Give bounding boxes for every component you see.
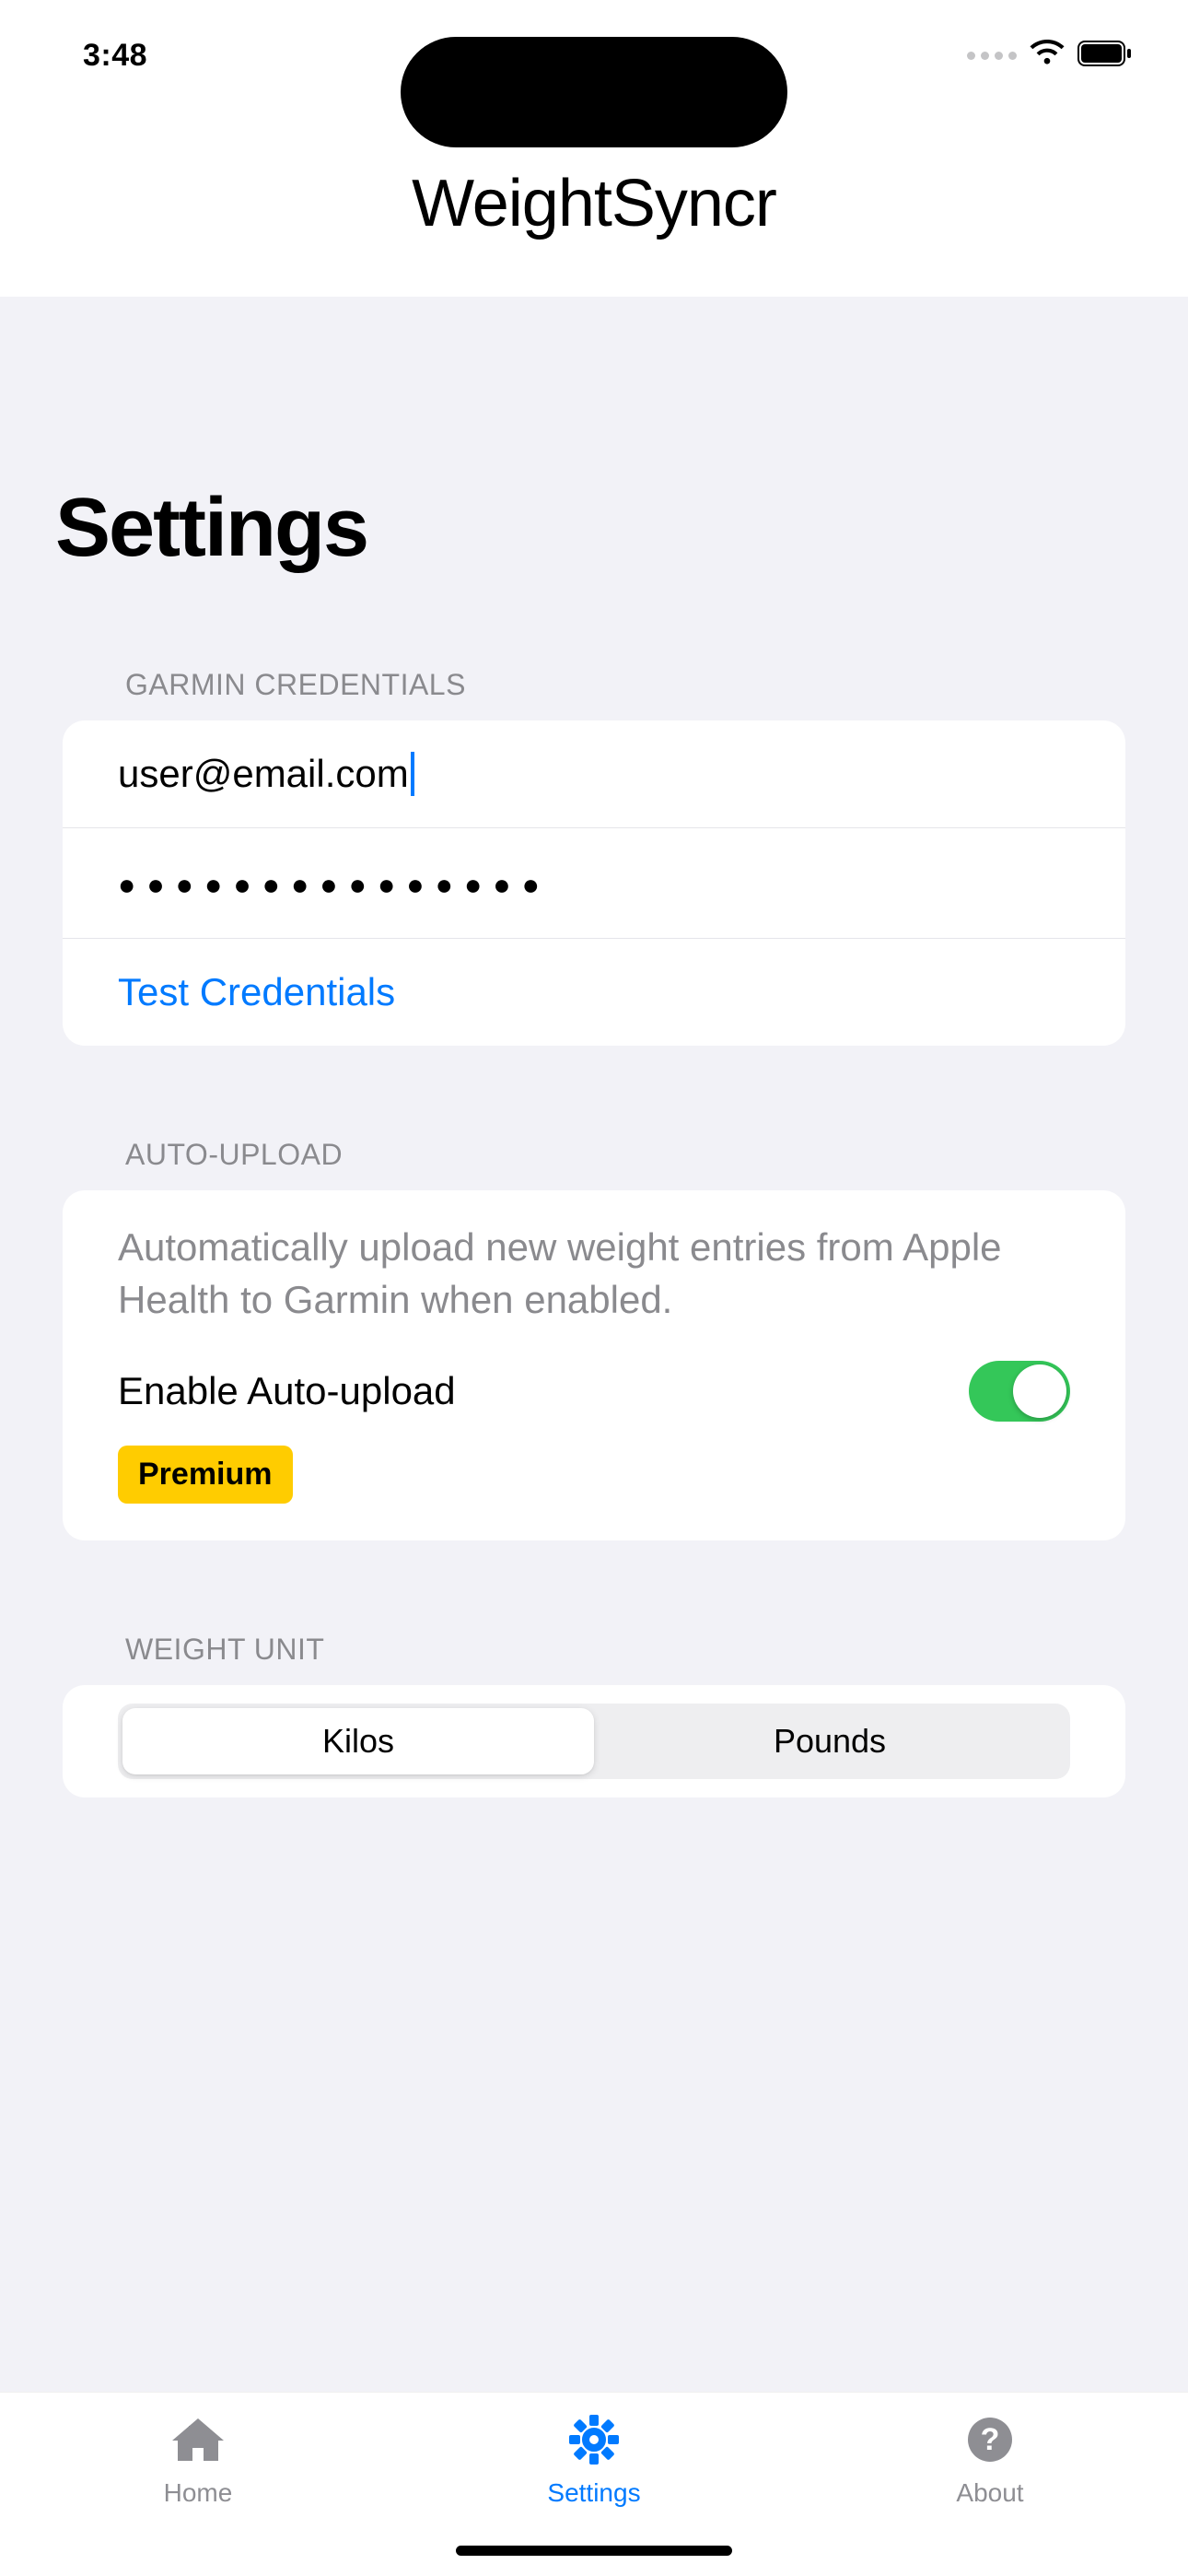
test-credentials-button[interactable]: Test Credentials — [63, 939, 1125, 1046]
svg-text:?: ? — [981, 2422, 1000, 2457]
text-cursor — [411, 752, 414, 796]
gear-icon — [563, 2413, 625, 2471]
cell-signal-icon — [967, 52, 1017, 60]
home-indicator[interactable] — [456, 2546, 732, 2556]
auto-upload-toggle-row: Enable Auto-upload — [63, 1326, 1125, 1422]
question-icon: ? — [959, 2413, 1021, 2471]
page-title: Settings — [0, 297, 1188, 576]
card-auto-upload: Automatically upload new weight entries … — [63, 1190, 1125, 1540]
badge-row: Premium — [63, 1422, 1125, 1540]
settings-content: Settings GARMIN CREDENTIALS user@email.c… — [0, 297, 1188, 2392]
premium-badge: Premium — [118, 1446, 293, 1504]
tab-about[interactable]: ? About — [898, 2413, 1082, 2508]
tab-about-label: About — [956, 2478, 1023, 2508]
auto-upload-description: Automatically upload new weight entries … — [63, 1190, 1125, 1326]
segment-kilos[interactable]: Kilos — [122, 1708, 594, 1774]
section-weight-unit: WEIGHT UNIT Kilos Pounds — [0, 1633, 1188, 1797]
weight-unit-segment: Kilos Pounds — [118, 1704, 1070, 1779]
section-header-weight-unit: WEIGHT UNIT — [0, 1633, 1188, 1685]
battery-icon — [1077, 41, 1133, 71]
tab-settings-label: Settings — [547, 2478, 640, 2508]
card-weight-unit: Kilos Pounds — [63, 1685, 1125, 1797]
status-time: 3:48 — [0, 38, 230, 74]
card-garmin: user@email.com ●●●●●●●●●●●●●●● Test Cred… — [63, 720, 1125, 1046]
wifi-icon — [1030, 40, 1065, 72]
password-field-row[interactable]: ●●●●●●●●●●●●●●● — [63, 828, 1125, 939]
email-value: user@email.com — [118, 752, 409, 796]
dynamic-island — [401, 37, 787, 147]
email-field-row[interactable]: user@email.com — [63, 720, 1125, 828]
test-credentials-label: Test Credentials — [118, 970, 395, 1013]
toggle-knob — [1013, 1364, 1066, 1418]
section-header-garmin: GARMIN CREDENTIALS — [0, 668, 1188, 720]
segment-pounds[interactable]: Pounds — [594, 1708, 1066, 1774]
section-auto-upload: AUTO-UPLOAD Automatically upload new wei… — [0, 1138, 1188, 1540]
auto-upload-toggle-label: Enable Auto-upload — [118, 1369, 456, 1413]
auto-upload-toggle[interactable] — [969, 1361, 1070, 1422]
home-icon — [167, 2413, 229, 2471]
status-indicators — [967, 40, 1133, 72]
section-header-auto-upload: AUTO-UPLOAD — [0, 1138, 1188, 1190]
password-masked: ●●●●●●●●●●●●●●● — [118, 868, 551, 901]
section-garmin-credentials: GARMIN CREDENTIALS user@email.com ●●●●●●… — [0, 668, 1188, 1046]
tab-home[interactable]: Home — [106, 2413, 290, 2508]
app-title: WeightSyncr — [0, 166, 1188, 241]
tab-settings[interactable]: Settings — [502, 2413, 686, 2508]
status-bar: 3:48 — [0, 0, 1188, 111]
tab-home-label: Home — [164, 2478, 233, 2508]
